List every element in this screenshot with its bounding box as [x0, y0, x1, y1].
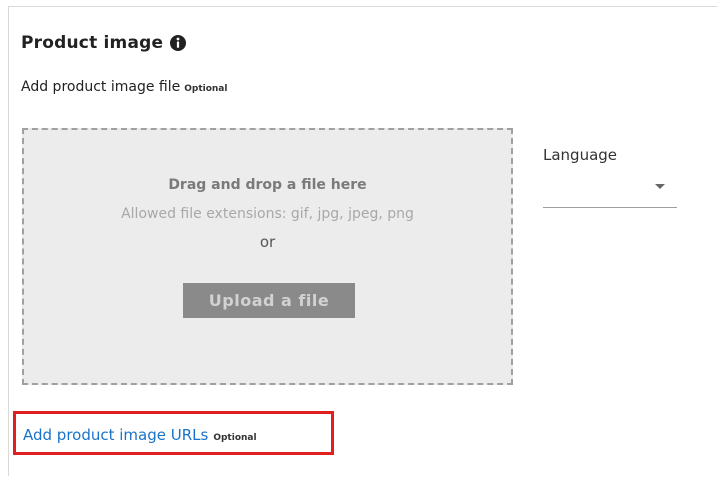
language-label: Language: [543, 146, 618, 164]
optional-tag: Optional: [184, 84, 228, 94]
url-link-row: Add product image URLs Optional: [23, 426, 257, 444]
file-dropzone[interactable]: Drag and drop a file here Allowed file e…: [22, 128, 513, 385]
dropzone-or: or: [259, 233, 276, 251]
add-image-urls-link[interactable]: Add product image URLs: [23, 426, 208, 444]
file-subtitle: Add product image file: [21, 79, 181, 95]
caret-down-icon: [655, 184, 665, 189]
file-subtitle-row: Add product image file Optional: [21, 79, 227, 95]
language-select[interactable]: [543, 170, 677, 208]
info-icon[interactable]: [169, 34, 187, 52]
dropzone-extensions: Allowed file extensions: gif, jpg, jpeg,…: [121, 206, 414, 222]
dropzone-title: Drag and drop a file here: [168, 177, 367, 193]
section-title: Product image: [21, 33, 164, 53]
section-header: Product image: [21, 33, 187, 53]
url-optional-tag: Optional: [213, 433, 257, 443]
upload-file-button[interactable]: Upload a file: [183, 283, 355, 318]
